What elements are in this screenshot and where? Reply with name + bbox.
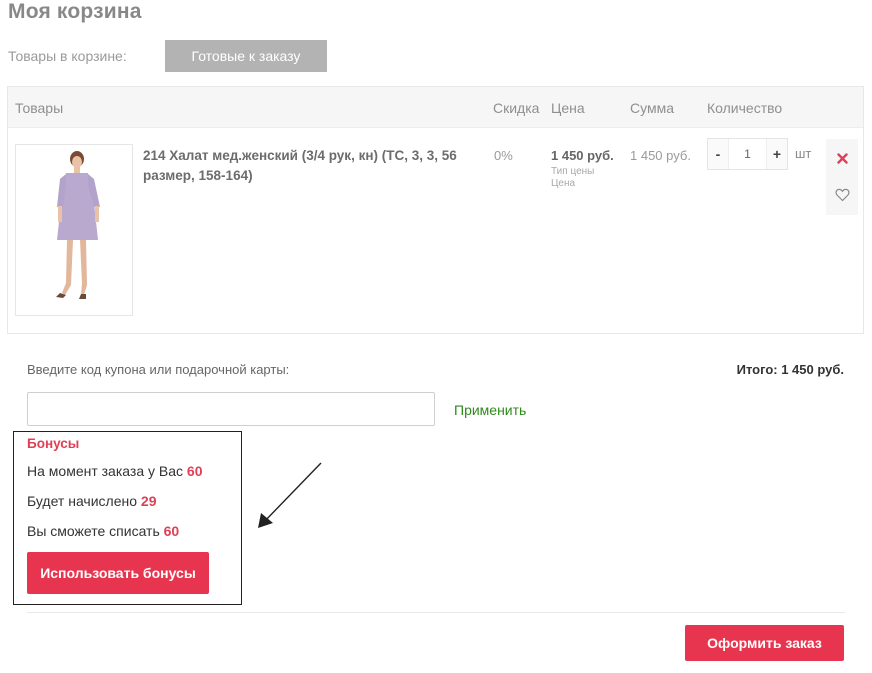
bonus-current-label: На момент заказа у Вас — [27, 463, 184, 479]
header-discount: Скидка — [493, 100, 540, 116]
price-type-label: Тип цены Цена — [551, 166, 595, 189]
coupon-input[interactable] — [27, 392, 435, 426]
cart-table: Товары Скидка Цена Сумма Количество 214 … — [7, 86, 864, 334]
quantity-decrease-button[interactable]: - — [708, 139, 728, 169]
bonus-current-line: На момент заказа у Вас 60 — [27, 463, 203, 479]
order-total: Итого: 1 450 руб. — [736, 362, 844, 377]
product-sum: 1 450 руб. — [630, 148, 691, 163]
header-price: Цена — [551, 100, 585, 116]
product-name[interactable]: 214 Халат мед.женский (3/4 рук, кн) (ТС,… — [143, 146, 478, 186]
page-title: Моя корзина — [8, 0, 142, 23]
delete-icon[interactable] — [834, 150, 850, 166]
tab-ready-to-order[interactable]: Готовые к заказу — [165, 40, 327, 72]
product-photo-illustration — [56, 151, 100, 299]
product-image[interactable] — [15, 144, 133, 316]
footer-divider — [27, 612, 845, 613]
cart-table-header: Товары Скидка Цена Сумма Количество — [8, 87, 863, 128]
bonus-accrue-value: 29 — [140, 493, 157, 509]
apply-coupon-link[interactable]: Применить — [454, 402, 526, 418]
product-discount: 0% — [494, 148, 513, 163]
bonus-spend-line: Вы сможете списать 60 — [27, 523, 179, 539]
favorite-heart-icon[interactable] — [833, 186, 851, 204]
cart-tabs-label: Товары в корзине: — [8, 48, 127, 64]
pointer-arrow-icon — [258, 462, 322, 528]
header-sum: Сумма — [630, 100, 674, 116]
quantity-increase-button[interactable]: + — [767, 139, 787, 169]
use-bonuses-button[interactable]: Использовать бонусы — [27, 552, 209, 594]
bonus-spend-value: 60 — [163, 523, 180, 539]
bonus-title: Бонусы — [27, 436, 80, 451]
quantity-input[interactable]: 1 — [728, 139, 767, 169]
quantity-stepper: - 1 + — [707, 138, 788, 170]
bonus-accrue-label: Будет начислено — [27, 493, 138, 509]
bonus-panel: Бонусы На момент заказа у Вас 60 Будет н… — [13, 431, 242, 605]
header-quantity: Количество — [707, 100, 783, 116]
product-price: 1 450 руб. — [551, 148, 614, 163]
quantity-unit: шт — [795, 146, 812, 161]
row-actions — [826, 139, 858, 215]
header-goods: Товары — [15, 100, 64, 116]
checkout-button[interactable]: Оформить заказ — [685, 625, 844, 661]
bonus-accrue-line: Будет начислено 29 — [27, 493, 156, 509]
bonus-current-value: 60 — [186, 463, 203, 479]
bonus-spend-label: Вы сможете списать — [27, 523, 160, 539]
coupon-label: Введите код купона или подарочной карты: — [27, 362, 290, 377]
